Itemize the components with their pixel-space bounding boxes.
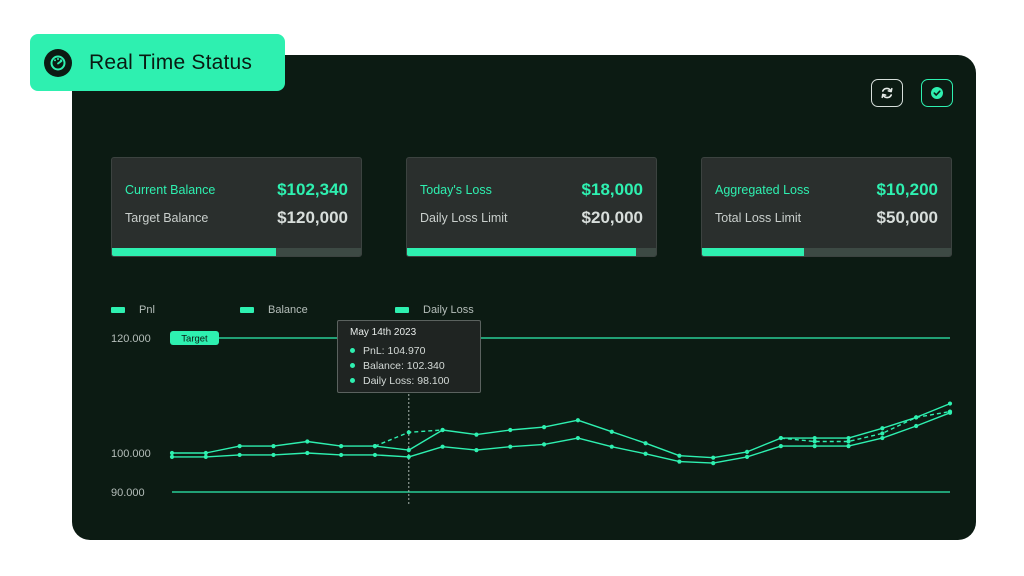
series-pnl-line <box>374 410 951 447</box>
tooltip-pnl-row: PnL: 104.970 <box>350 343 480 358</box>
series-balance-point <box>474 432 479 437</box>
series-balance-point <box>947 401 953 406</box>
series-daily-loss-point <box>406 454 411 459</box>
target-tag-label: Target <box>181 334 208 345</box>
tooltip-balance-dot <box>350 363 355 368</box>
series-balance-point <box>711 455 716 460</box>
series-daily-loss-point <box>305 450 310 456</box>
tooltip-daily-loss-row: Daily Loss: 98.100 <box>350 373 480 388</box>
y-tick-label: 120.000 <box>111 333 151 345</box>
series-balance-point <box>406 448 411 453</box>
series-daily-loss-point <box>203 454 208 459</box>
real-time-status-header: Real Time Status <box>30 34 285 91</box>
series-daily-loss-point <box>372 452 378 458</box>
series-daily-loss-point <box>271 452 276 458</box>
series-pnl-point <box>440 427 445 433</box>
page-title: Real Time Status <box>89 50 253 74</box>
series-balance-line <box>172 402 951 459</box>
series-balance-point <box>643 441 648 446</box>
series-pnl-point <box>778 435 783 441</box>
series-balance-point <box>609 429 614 434</box>
series-balance-point <box>541 425 547 430</box>
series-daily-loss-point <box>643 451 648 456</box>
series-pnl-point <box>914 415 919 420</box>
series-daily-loss-point <box>237 452 242 458</box>
series-balance-point <box>305 439 310 444</box>
tooltip-daily-loss: Daily Loss: 98.100 <box>363 374 450 387</box>
series-balance-point <box>744 449 750 454</box>
series-daily-loss-point <box>914 423 919 429</box>
series-daily-loss-point <box>609 444 614 449</box>
series-balance-point <box>677 453 682 458</box>
series-daily-loss-point <box>575 435 581 441</box>
series-pnl-point <box>812 439 817 444</box>
tooltip-pnl: PnL: 104.970 <box>363 344 426 357</box>
series-daily-loss-point <box>508 444 513 449</box>
gauge-icon <box>44 48 72 77</box>
series-pnl-point <box>372 444 378 449</box>
tooltip-balance: Balance: 102.340 <box>363 359 445 372</box>
series-daily-loss-point <box>169 454 175 459</box>
series-daily-loss-point <box>711 461 716 466</box>
y-tick-label: 100.000 <box>111 448 151 460</box>
series-balance-point <box>237 444 242 449</box>
series-daily-loss-point <box>947 410 953 415</box>
tooltip-daily-loss-dot <box>350 378 355 383</box>
chart-tooltip: May 14th 2023 PnL: 104.970 Balance: 102.… <box>337 320 481 393</box>
series-balance-point <box>169 450 175 456</box>
series-balance-point <box>339 444 344 449</box>
series-balance-point <box>508 427 513 433</box>
series-pnl-point <box>406 430 411 435</box>
series-daily-loss-point <box>744 454 750 459</box>
series-daily-loss-point <box>440 444 445 449</box>
series-pnl-point <box>880 431 885 436</box>
tooltip-pnl-dot <box>350 348 355 353</box>
series-daily-loss-point <box>880 435 885 441</box>
series-pnl-point <box>846 439 851 444</box>
tooltip-balance-row: Balance: 102.340 <box>350 358 480 373</box>
series-daily-loss-point <box>339 452 344 458</box>
series-balance-point <box>203 450 208 456</box>
y-tick-label: 90.000 <box>111 487 145 499</box>
series-balance-point <box>575 418 581 423</box>
series-daily-loss-point <box>474 448 479 453</box>
series-daily-loss-point <box>846 444 851 449</box>
series-balance-point <box>880 426 885 431</box>
series-daily-loss-point <box>677 459 682 464</box>
series-daily-loss-point <box>778 444 783 449</box>
series-balance-point <box>271 444 276 449</box>
series-daily-loss-point <box>812 444 817 449</box>
series-daily-loss-point <box>541 442 547 447</box>
tooltip-date: May 14th 2023 <box>350 327 417 338</box>
